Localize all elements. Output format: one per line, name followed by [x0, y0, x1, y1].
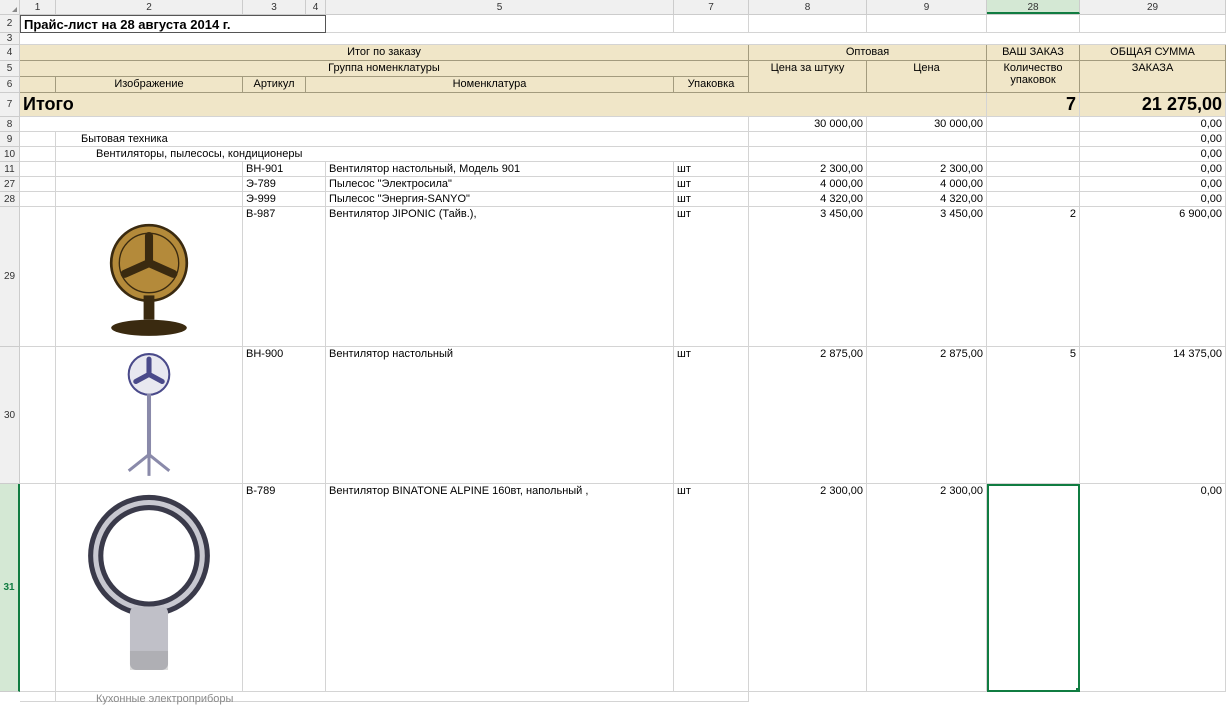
product-image [56, 347, 243, 484]
column-header-8[interactable]: 8 [749, 0, 867, 14]
column-header-9[interactable]: 9 [867, 0, 987, 14]
fan-stand-icon [58, 349, 240, 481]
total-label: Итого [20, 93, 987, 117]
row-header-30[interactable]: 30 [0, 347, 20, 484]
hdr-order-total: Итог по заказу [20, 45, 749, 61]
fan-desk-icon [58, 209, 240, 344]
active-cell[interactable] [987, 484, 1080, 692]
column-header-5[interactable]: 5 [326, 0, 674, 14]
row-header-9[interactable]: 9 [0, 132, 20, 147]
row-header-10[interactable]: 10 [0, 147, 20, 162]
column-headers: 123457892829 [20, 0, 1226, 15]
row-header-6[interactable]: 6 [0, 77, 20, 93]
column-header-2[interactable]: 2 [56, 0, 243, 14]
total-qty: 7 [987, 93, 1080, 117]
row-headers: 2345678910112728293031 [0, 15, 20, 692]
row-header-8[interactable]: 8 [0, 117, 20, 132]
hdr-your-order: ВАШ ЗАКАЗ [987, 45, 1080, 61]
table-row: В-789 Вентилятор BINATONE ALPINE 160вт, … [20, 484, 1226, 692]
hdr-wholesale: Оптовая [749, 45, 987, 61]
hdr-image: Изображение [56, 77, 243, 93]
row-header-4[interactable]: 4 [0, 45, 20, 61]
row-header-31[interactable]: 31 [0, 484, 20, 692]
hdr-order-sum: ЗАКАЗА [1080, 61, 1226, 93]
row-header-5[interactable]: 5 [0, 61, 20, 77]
column-header-7[interactable]: 7 [674, 0, 749, 14]
product-image [56, 207, 243, 347]
column-header-3[interactable]: 3 [243, 0, 306, 14]
column-header-1[interactable]: 1 [20, 0, 56, 14]
hdr-price-per-unit: Цена за штуку [749, 61, 867, 93]
price-list-title: Прайс-лист на 28 августа 2014 г. [20, 15, 326, 33]
row-header-27[interactable]: 27 [0, 177, 20, 192]
fan-bladeless-icon [58, 486, 240, 689]
table-row: Э-999 Пылесос "Энергия-SANYO" шт 4 320,0… [20, 192, 1226, 207]
table-row: В-987 Вентилятор JIPONIC (Тайв.), шт 3 4… [20, 207, 1226, 347]
category-fans[interactable]: Вентиляторы, пылесосы, кондиционеры [56, 147, 749, 162]
column-header-28[interactable]: 28 [987, 0, 1080, 14]
hdr-price: Цена [867, 61, 987, 93]
row-header-2[interactable]: 2 [0, 15, 20, 33]
row-header-28[interactable]: 28 [0, 192, 20, 207]
product-image [56, 484, 243, 692]
spreadsheet-grid: Прайс-лист на 28 августа 2014 г. Итог по… [20, 15, 1226, 702]
hdr-qty-packs: Количество упаковок [987, 61, 1080, 93]
table-row: ВН-900 Вентилятор настольный шт 2 875,00… [20, 347, 1226, 484]
column-header-4[interactable]: 4 [306, 0, 326, 14]
table-row: ВН-901 Вентилятор настольный, Модель 901… [20, 162, 1226, 177]
hdr-nomenclature: Номенклатура [306, 77, 674, 93]
row-header-7[interactable]: 7 [0, 93, 20, 117]
select-all-corner[interactable] [0, 0, 20, 15]
hdr-total-sum: ОБЩАЯ СУММА [1080, 45, 1226, 61]
row-header-11[interactable]: 11 [0, 162, 20, 177]
total-sum: 21 275,00 [1080, 93, 1226, 117]
table-row: Э-789 Пылесос "Электросила" шт 4 000,00 … [20, 177, 1226, 192]
category-household[interactable]: Бытовая техника [56, 132, 749, 147]
hdr-package: Упаковка [674, 77, 749, 93]
hdr-nomenclature-group: Группа номенклатуры [20, 61, 749, 77]
column-header-29[interactable]: 29 [1080, 0, 1226, 14]
hdr-article: Артикул [243, 77, 306, 93]
row-header-29[interactable]: 29 [0, 207, 20, 347]
row-header-3[interactable]: 3 [0, 33, 20, 45]
